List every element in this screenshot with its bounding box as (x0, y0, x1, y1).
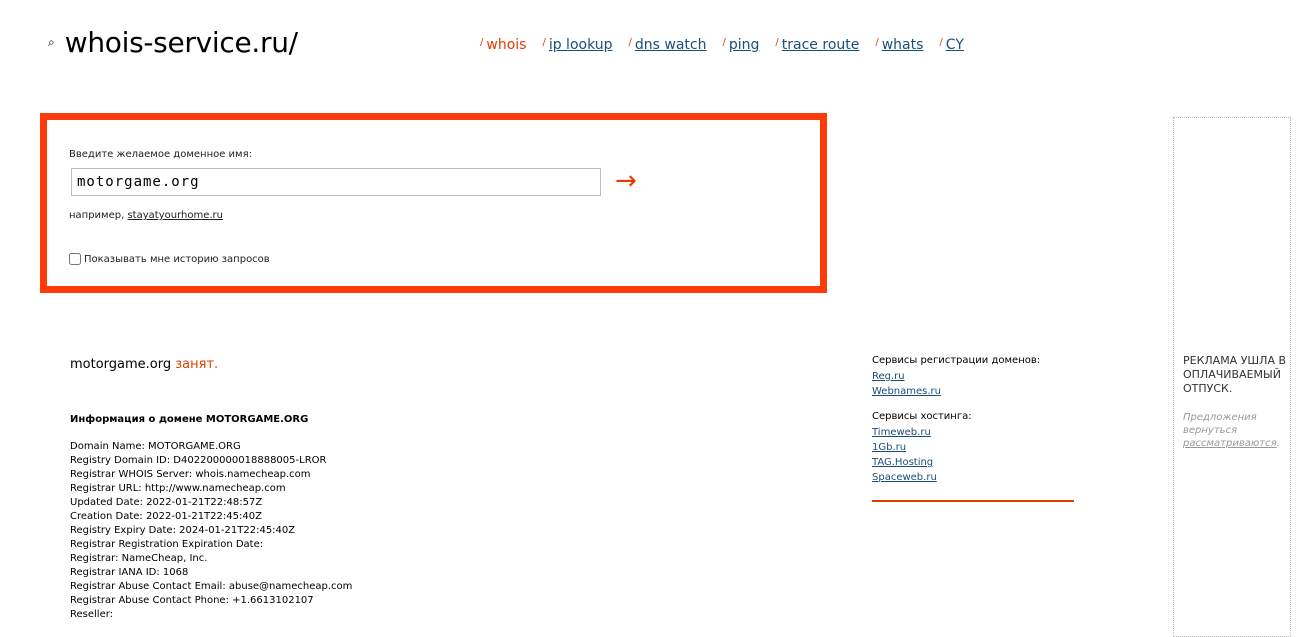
domain-status: motorgame.org занят. (70, 357, 218, 372)
whois-line: Registrar WHOIS Server: whois.namecheap.… (70, 469, 311, 480)
example-link[interactable]: stayatyourhome.ru (127, 210, 223, 221)
service-link[interactable]: 1Gb.ru (872, 442, 1074, 453)
registration-services: Сервисы регистрации доменов: Reg.ru Webn… (872, 355, 1074, 397)
whois-line: Registrar URL: http://www.namecheap.com (70, 483, 286, 494)
nav-link[interactable]: ping (729, 37, 760, 53)
whois-line: Updated Date: 2022-01-21T22:48:57Z (70, 497, 263, 508)
whois-line: Domain Name: MOTORGAME.ORG (70, 441, 241, 452)
whois-line: Registrar Abuse Contact Phone: +1.661310… (70, 595, 314, 606)
whois-line: Registrar Registration Expiration Date: (70, 539, 264, 550)
top-nav: / whois / ip lookup / dns watch / ping / trac… (480, 37, 980, 53)
whois-line: Registrar: NameCheap, Inc. (70, 553, 208, 564)
ad-note-prefix: Предложения вернуться (1183, 412, 1257, 436)
nav-item-cy[interactable]: / CY (939, 37, 963, 53)
nav-item-dns-watch[interactable]: / dns watch (629, 37, 707, 53)
nav-item-ip-lookup[interactable]: / ip lookup (542, 37, 612, 53)
ad-note-link[interactable]: рассматриваются (1183, 438, 1277, 449)
nav-link[interactable]: trace route (782, 37, 860, 53)
history-checkbox[interactable] (69, 253, 81, 265)
service-link[interactable]: Timeweb.ru (872, 427, 1074, 438)
domain-search-form: Введите желаемое доменное имя: → наприме… (40, 113, 827, 293)
services-divider (872, 500, 1074, 502)
search-label: Введите желаемое доменное имя: (69, 149, 252, 160)
nav-label: whois (486, 37, 527, 53)
whois-line: Creation Date: 2022-01-21T22:45:40Z (70, 511, 262, 522)
search-icon: ⌕ (48, 35, 55, 49)
nav-link[interactable]: CY (946, 37, 964, 53)
service-link[interactable]: Spaceweb.ru (872, 472, 1074, 483)
example-prefix: например, (69, 210, 125, 221)
nav-item-trace-route[interactable]: / trace route (775, 37, 859, 53)
site-logo-text: whois-service.ru/ (64, 26, 298, 59)
nav-item-whats[interactable]: / whats (875, 37, 923, 53)
ad-note: Предложения вернуться рассматриваются. (1183, 411, 1287, 450)
nav-link[interactable]: whats (882, 37, 924, 53)
service-link[interactable]: TAG.Hosting (872, 457, 1074, 468)
whois-line: Registry Expiry Date: 2024-01-21T22:45:4… (70, 525, 296, 536)
whois-info-title: Информация о домене MOTORGAME.ORG (70, 414, 309, 425)
nav-item-ping[interactable]: / ping (722, 37, 759, 53)
ad-panel: Реклама ушла в оплачиваемый отпуск. Пред… (1173, 117, 1291, 637)
ad-note-suffix: . (1276, 438, 1280, 449)
service-link[interactable]: Reg.ru (872, 371, 1074, 382)
ad-title: Реклама ушла в оплачиваемый отпуск. (1183, 354, 1287, 395)
services-panel: Сервисы регистрации доменов: Reg.ru Webn… (872, 355, 1074, 502)
registration-title: Сервисы регистрации доменов: (872, 355, 1041, 366)
nav-item-whois[interactable]: / whois (480, 37, 526, 53)
domain-input[interactable] (71, 168, 601, 196)
whois-line: Reseller: (70, 609, 114, 620)
result-domain: motorgame.org (70, 357, 172, 372)
history-option[interactable]: Показывать мне историю запросов (69, 253, 270, 265)
hosting-title: Сервисы хостинга: (872, 411, 972, 422)
history-label: Показывать мне историю запросов (84, 253, 270, 265)
status-badge: занят. (175, 357, 219, 372)
submit-arrow-icon[interactable]: → (615, 168, 637, 194)
hosting-services: Сервисы хостинга: Timeweb.ru 1Gb.ru TAG.… (872, 411, 1074, 483)
whois-line: Registry Domain ID: D402200000018888005-… (70, 455, 327, 466)
whois-line: Registrar IANA ID: 1068 (70, 567, 189, 578)
service-link[interactable]: Webnames.ru (872, 386, 1074, 397)
whois-line: Registrar Abuse Contact Email: abuse@nam… (70, 581, 353, 592)
nav-link[interactable]: ip lookup (549, 37, 613, 53)
nav-link[interactable]: dns watch (635, 37, 707, 53)
site-logo[interactable]: ⌕ whois-service.ru/ (48, 26, 298, 59)
search-example: например, stayatyourhome.ru (69, 210, 223, 221)
whois-record: Domain Name: MOTORGAME.ORG Registry Domai… (70, 440, 352, 622)
